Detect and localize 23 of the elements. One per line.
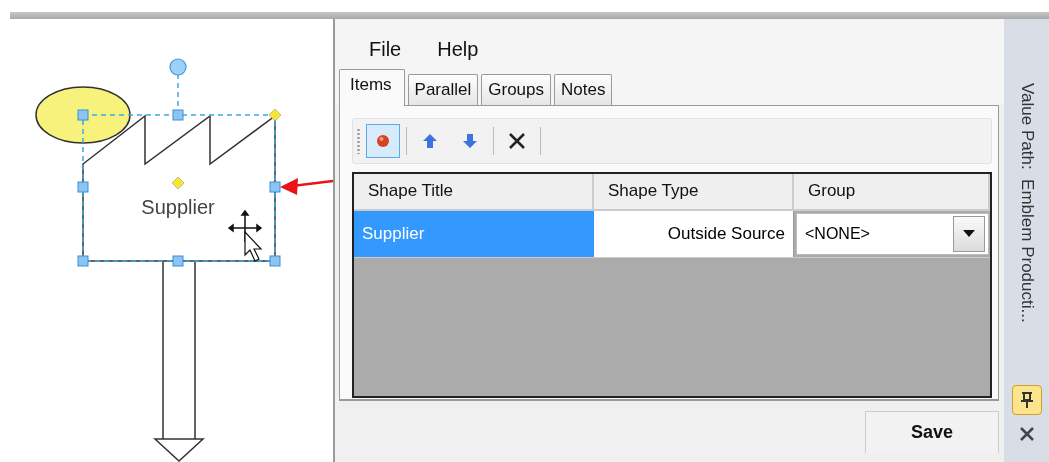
tab[interactable]: Items bbox=[339, 69, 405, 106]
menu-item[interactable]: File bbox=[369, 33, 402, 65]
group-dropdown[interactable]: <NONE> bbox=[796, 213, 989, 255]
tab[interactable]: Groups bbox=[481, 74, 551, 105]
selection-handles[interactable] bbox=[77, 58, 282, 267]
save-button[interactable]: Save bbox=[865, 411, 999, 453]
tab[interactable]: Notes bbox=[554, 74, 613, 105]
record-button[interactable] bbox=[366, 124, 400, 158]
dropdown-button[interactable] bbox=[953, 216, 985, 252]
menu-item[interactable]: Help bbox=[437, 33, 479, 65]
caret-icon bbox=[963, 230, 975, 238]
column-header[interactable]: Shape Title bbox=[354, 174, 594, 209]
delete-icon bbox=[507, 131, 527, 151]
shape-label: Supplier bbox=[141, 196, 215, 218]
close-icon bbox=[1018, 425, 1035, 442]
pin-icon bbox=[1018, 391, 1035, 409]
column-header[interactable]: Group bbox=[794, 174, 990, 209]
pin-button[interactable] bbox=[1011, 385, 1042, 415]
tab[interactable]: Parallel bbox=[407, 74, 479, 105]
table-cell: Outside Source bbox=[594, 211, 794, 257]
connector-arrow bbox=[280, 178, 333, 195]
column-header[interactable]: Shape Type bbox=[594, 174, 794, 209]
move-cursor-icon bbox=[228, 210, 263, 262]
